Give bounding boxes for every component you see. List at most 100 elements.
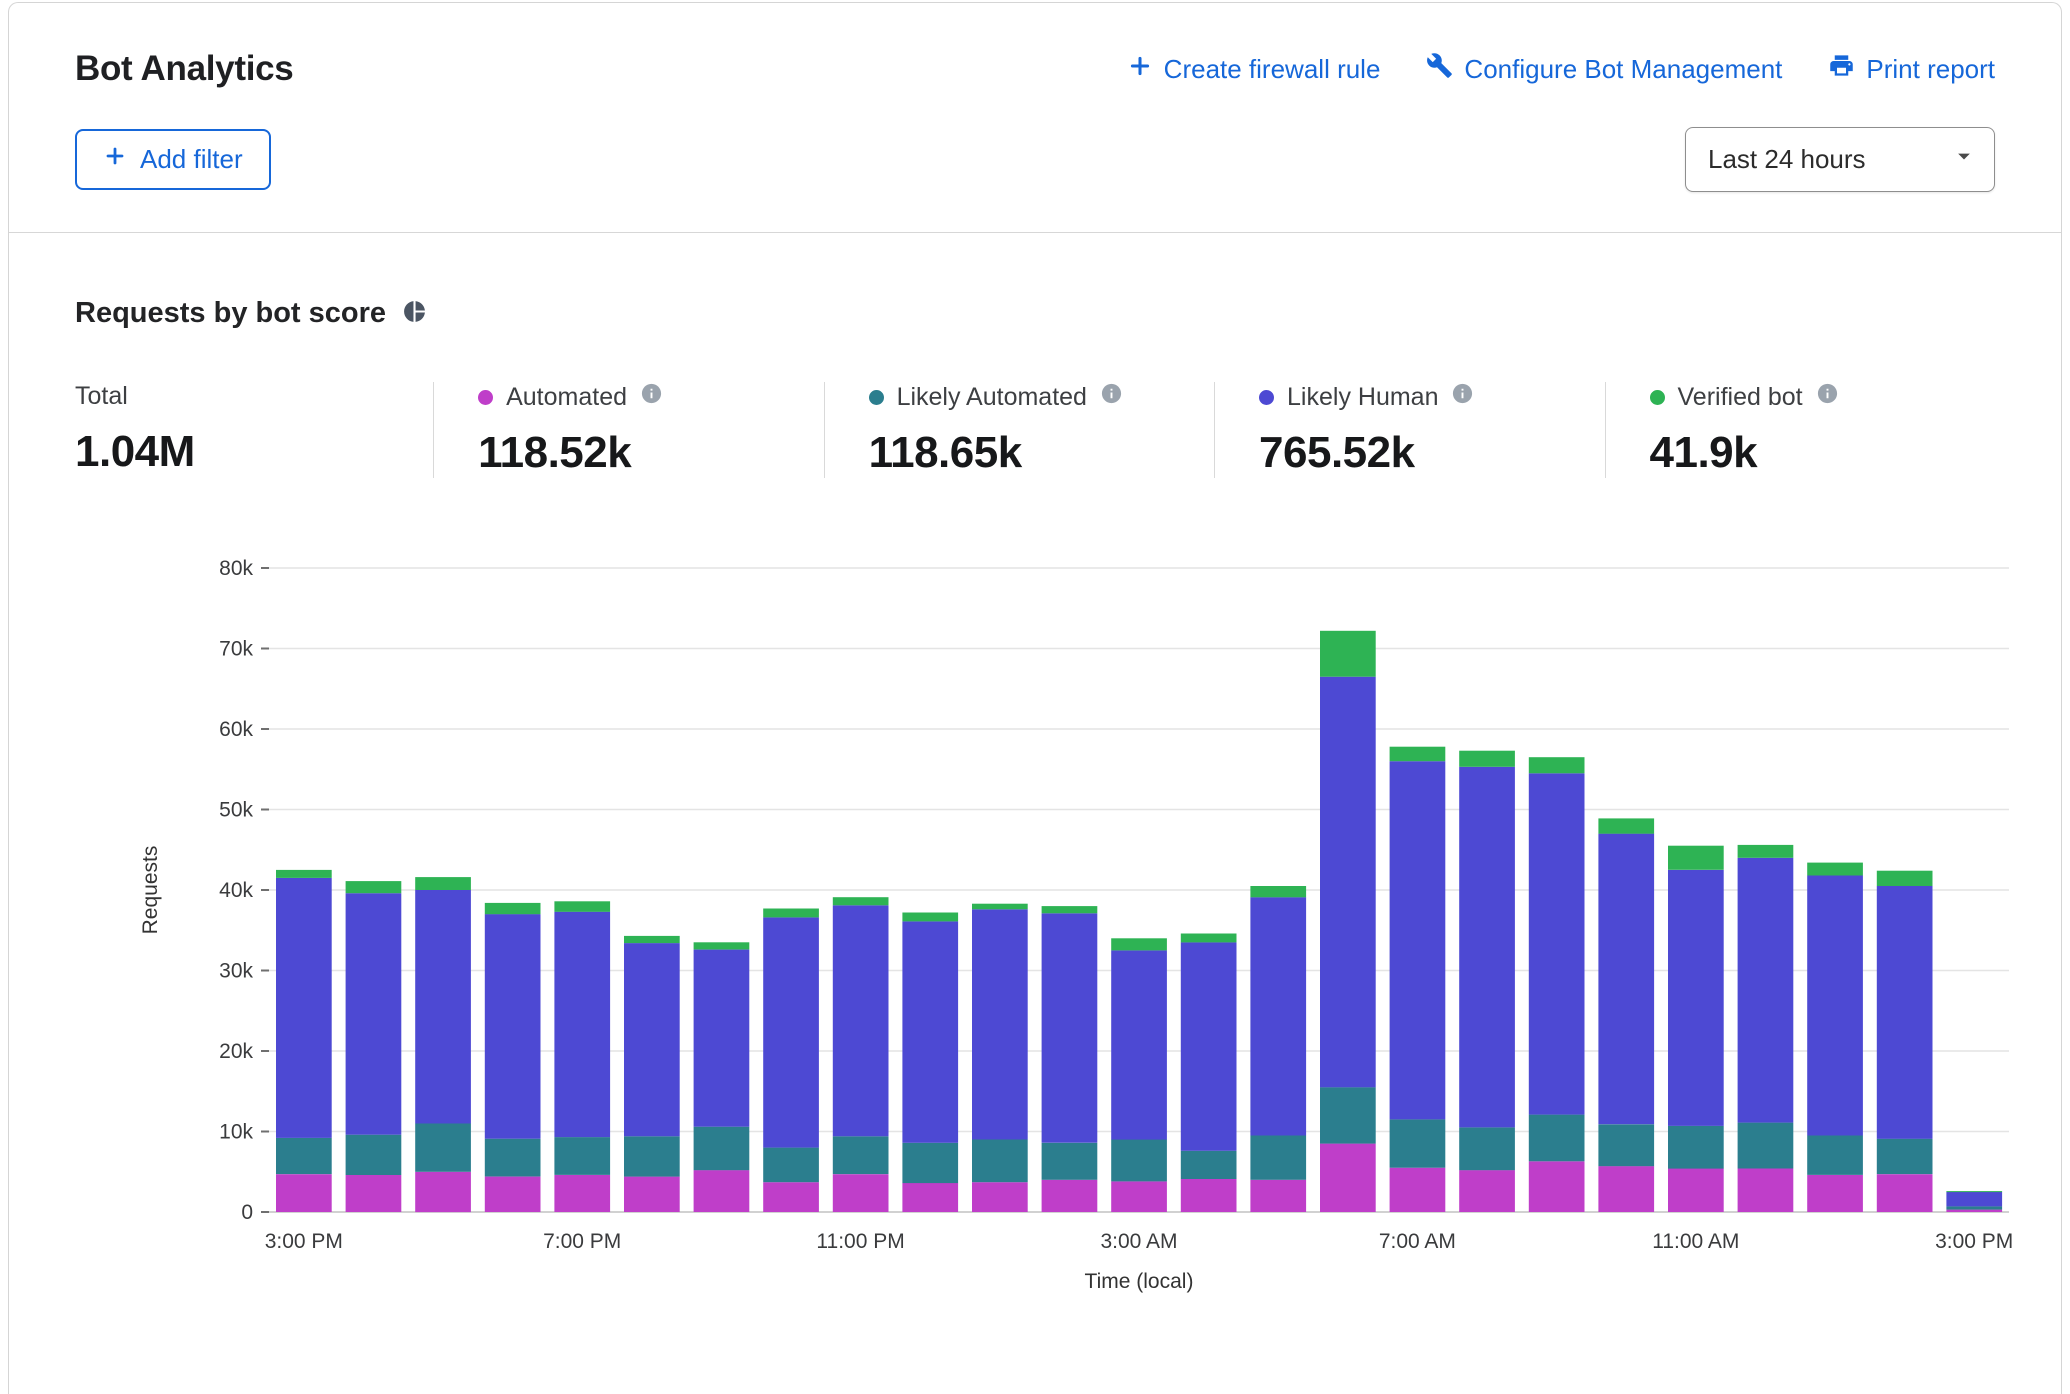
bar-segment-likely-automated[interactable] xyxy=(554,1137,610,1175)
bar-segment-likely-human[interactable] xyxy=(415,890,471,1124)
bar-segment-likely-human[interactable] xyxy=(1390,761,1446,1119)
bar-segment-automated[interactable] xyxy=(972,1182,1028,1212)
bar-segment-automated[interactable] xyxy=(485,1177,541,1212)
bar-segment-likely-automated[interactable] xyxy=(276,1138,332,1174)
bar-segment-verified-bot[interactable] xyxy=(415,877,471,890)
bar-segment-automated[interactable] xyxy=(1181,1179,1237,1212)
configure-bot-management-link[interactable]: Configure Bot Management xyxy=(1426,52,1782,86)
bar-segment-verified-bot[interactable] xyxy=(624,936,680,943)
bar-segment-automated[interactable] xyxy=(1250,1180,1306,1212)
bar-segment-verified-bot[interactable] xyxy=(1250,886,1306,897)
bar-segment-automated[interactable] xyxy=(1390,1168,1446,1212)
bar-segment-verified-bot[interactable] xyxy=(1042,906,1098,913)
bar-segment-likely-human[interactable] xyxy=(694,950,750,1127)
bar-segment-likely-automated[interactable] xyxy=(902,1143,958,1183)
bar-segment-automated[interactable] xyxy=(1111,1181,1167,1212)
bar-segment-likely-automated[interactable] xyxy=(972,1140,1028,1183)
bar-segment-verified-bot[interactable] xyxy=(1877,871,1933,886)
bar-segment-verified-bot[interactable] xyxy=(972,904,1028,910)
bar-segment-likely-human[interactable] xyxy=(1807,876,1863,1136)
bar-segment-likely-automated[interactable] xyxy=(415,1124,471,1172)
bar-segment-likely-automated[interactable] xyxy=(694,1127,750,1171)
bar-segment-automated[interactable] xyxy=(1668,1169,1724,1213)
bar-segment-likely-human[interactable] xyxy=(1877,886,1933,1139)
bar-segment-automated[interactable] xyxy=(624,1177,680,1212)
info-icon[interactable] xyxy=(1451,382,1474,412)
bar-segment-verified-bot[interactable] xyxy=(1946,1191,2002,1192)
bar-segment-automated[interactable] xyxy=(1946,1210,2002,1212)
bar-segment-likely-human[interactable] xyxy=(1320,677,1376,1088)
bar-segment-verified-bot[interactable] xyxy=(1390,747,1446,762)
bar-segment-likely-human[interactable] xyxy=(1111,950,1167,1139)
bar-segment-automated[interactable] xyxy=(1598,1166,1654,1212)
bar-segment-likely-human[interactable] xyxy=(485,914,541,1139)
bar-segment-verified-bot[interactable] xyxy=(694,942,750,949)
bar-segment-likely-human[interactable] xyxy=(972,909,1028,1139)
bar-segment-likely-automated[interactable] xyxy=(1529,1115,1585,1162)
bar-segment-automated[interactable] xyxy=(1042,1180,1098,1212)
bar-segment-likely-human[interactable] xyxy=(554,912,610,1137)
bar-segment-verified-bot[interactable] xyxy=(1668,846,1724,870)
bar-segment-verified-bot[interactable] xyxy=(346,881,402,893)
create-firewall-rule-link[interactable]: Create firewall rule xyxy=(1127,53,1381,86)
bar-segment-likely-human[interactable] xyxy=(1738,858,1794,1123)
bar-segment-likely-automated[interactable] xyxy=(485,1139,541,1177)
bar-segment-likely-automated[interactable] xyxy=(763,1148,819,1183)
bar-segment-automated[interactable] xyxy=(554,1175,610,1212)
bar-segment-verified-bot[interactable] xyxy=(1111,938,1167,950)
add-filter-button[interactable]: Add filter xyxy=(75,129,271,190)
bar-segment-likely-human[interactable] xyxy=(1668,870,1724,1126)
bar-segment-verified-bot[interactable] xyxy=(1598,818,1654,833)
bar-segment-likely-automated[interactable] xyxy=(1598,1124,1654,1166)
bar-segment-verified-bot[interactable] xyxy=(485,903,541,914)
time-range-select[interactable]: Last 24 hours xyxy=(1685,127,1995,192)
bar-segment-likely-automated[interactable] xyxy=(346,1135,402,1175)
info-icon[interactable] xyxy=(1100,382,1123,412)
bar-segment-likely-human[interactable] xyxy=(1459,767,1515,1128)
bar-segment-automated[interactable] xyxy=(1459,1170,1515,1212)
bar-segment-automated[interactable] xyxy=(902,1183,958,1212)
bar-segment-likely-automated[interactable] xyxy=(833,1136,889,1174)
bar-segment-likely-human[interactable] xyxy=(346,893,402,1134)
bar-segment-automated[interactable] xyxy=(1738,1169,1794,1213)
bar-segment-verified-bot[interactable] xyxy=(1807,863,1863,876)
bar-segment-likely-automated[interactable] xyxy=(1807,1136,1863,1175)
bar-segment-verified-bot[interactable] xyxy=(1738,845,1794,858)
bar-segment-likely-automated[interactable] xyxy=(1946,1206,2002,1209)
bar-segment-automated[interactable] xyxy=(1320,1144,1376,1212)
bar-segment-likely-human[interactable] xyxy=(833,905,889,1136)
bar-segment-automated[interactable] xyxy=(694,1170,750,1212)
bar-segment-likely-human[interactable] xyxy=(1181,942,1237,1151)
bar-segment-likely-human[interactable] xyxy=(1598,834,1654,1125)
bar-segment-likely-automated[interactable] xyxy=(1390,1119,1446,1167)
print-report-link[interactable]: Print report xyxy=(1828,52,1995,86)
bar-segment-likely-automated[interactable] xyxy=(624,1136,680,1176)
bar-segment-likely-automated[interactable] xyxy=(1042,1143,1098,1180)
info-icon[interactable] xyxy=(640,382,663,412)
bar-segment-verified-bot[interactable] xyxy=(763,909,819,918)
bar-segment-likely-human[interactable] xyxy=(276,878,332,1138)
bar-segment-automated[interactable] xyxy=(1529,1161,1585,1212)
bar-segment-likely-automated[interactable] xyxy=(1181,1151,1237,1179)
bar-segment-automated[interactable] xyxy=(415,1172,471,1212)
bar-segment-likely-human[interactable] xyxy=(1250,897,1306,1135)
bar-segment-verified-bot[interactable] xyxy=(1529,757,1585,773)
bar-segment-automated[interactable] xyxy=(833,1174,889,1212)
bar-segment-automated[interactable] xyxy=(276,1174,332,1212)
bar-segment-likely-automated[interactable] xyxy=(1668,1126,1724,1169)
bar-segment-likely-human[interactable] xyxy=(1042,913,1098,1142)
info-icon[interactable] xyxy=(1816,382,1839,412)
bar-segment-likely-automated[interactable] xyxy=(1877,1139,1933,1174)
bar-segment-automated[interactable] xyxy=(1877,1174,1933,1212)
bar-segment-automated[interactable] xyxy=(763,1182,819,1212)
bar-segment-likely-automated[interactable] xyxy=(1250,1136,1306,1180)
bar-segment-likely-human[interactable] xyxy=(1529,773,1585,1114)
bar-segment-likely-automated[interactable] xyxy=(1111,1140,1167,1182)
bar-segment-verified-bot[interactable] xyxy=(902,913,958,922)
bar-segment-verified-bot[interactable] xyxy=(1181,934,1237,943)
bar-segment-verified-bot[interactable] xyxy=(833,897,889,905)
bar-segment-verified-bot[interactable] xyxy=(276,870,332,878)
bar-segment-verified-bot[interactable] xyxy=(1459,751,1515,767)
bar-segment-likely-automated[interactable] xyxy=(1459,1128,1515,1171)
bar-segment-likely-human[interactable] xyxy=(763,917,819,1147)
